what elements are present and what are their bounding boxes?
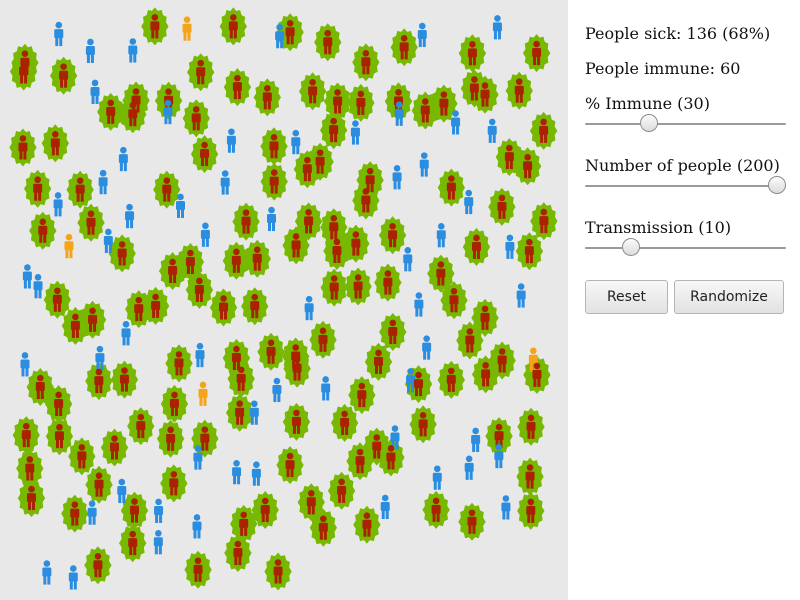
immune-person	[98, 169, 108, 195]
immune-person	[494, 443, 504, 469]
immune-person	[153, 530, 163, 555]
immune-person	[291, 129, 301, 155]
transmission-slider[interactable]	[585, 238, 786, 258]
immune-person	[403, 247, 413, 272]
immune-person	[200, 222, 210, 247]
immune-slider-track	[585, 123, 786, 125]
immune-person	[20, 352, 30, 377]
immune-person	[464, 455, 474, 480]
immune-person	[464, 189, 474, 215]
immune-slider-label: % Immune (30)	[585, 94, 710, 113]
immune-person	[195, 342, 205, 368]
immune-person	[505, 234, 515, 259]
immune-person	[419, 152, 429, 177]
immune-person	[68, 565, 78, 590]
immune-person	[192, 514, 202, 539]
transmission-slider-track	[585, 247, 786, 249]
immune-person	[125, 203, 135, 229]
simulation-canvas	[0, 0, 568, 600]
randomize-button[interactable]: Randomize	[674, 280, 784, 314]
immune-person	[163, 99, 173, 125]
people-sick-stat: People sick: 136 (68%)	[585, 24, 771, 43]
immune-person	[304, 295, 314, 321]
immune-person	[487, 118, 497, 143]
immune-person	[54, 21, 64, 47]
people-immune-stat: People immune: 60	[585, 59, 741, 78]
immune-person	[128, 38, 138, 63]
immune-person	[226, 128, 236, 153]
immune-person	[380, 494, 390, 520]
immune-person	[272, 377, 282, 403]
immune-person	[267, 206, 277, 232]
reset-button[interactable]: Reset	[585, 280, 668, 314]
immune-person	[42, 560, 52, 585]
healthy-person	[198, 381, 208, 406]
immune-person	[220, 170, 230, 195]
healthy-person	[64, 233, 74, 259]
immune-person	[414, 292, 424, 317]
immune-person	[394, 101, 404, 126]
transmission-slider-label: Transmission (10)	[585, 218, 732, 237]
immune-person	[103, 228, 113, 253]
immune-person	[275, 23, 285, 49]
immune-person	[33, 273, 43, 299]
immune-person	[501, 495, 511, 520]
immune-person	[451, 110, 461, 135]
people-slider-track	[585, 185, 786, 187]
transmission-slider-thumb[interactable]	[621, 238, 640, 256]
people-slider-label: Number of people (200)	[585, 156, 780, 175]
immune-person	[193, 445, 203, 470]
immune-person	[117, 478, 127, 504]
immune-person	[232, 459, 242, 485]
immune-person	[154, 498, 164, 523]
immune-slider[interactable]	[585, 114, 786, 134]
immune-person	[350, 120, 360, 145]
immune-person	[417, 22, 427, 48]
immune-person	[22, 264, 32, 289]
immune-person	[53, 192, 63, 217]
immune-person	[321, 376, 331, 401]
immune-person	[121, 321, 131, 346]
people-slider-thumb[interactable]	[768, 176, 786, 194]
immune-person	[87, 500, 97, 525]
immune-person	[432, 465, 442, 490]
immune-slider-thumb[interactable]	[639, 114, 658, 132]
immune-person	[492, 15, 502, 40]
immune-person	[176, 193, 186, 218]
immune-person	[436, 222, 446, 248]
immune-person	[392, 165, 402, 190]
immune-person	[85, 38, 95, 63]
people-slider[interactable]	[585, 176, 786, 196]
population-view	[9, 7, 558, 591]
immune-person	[118, 146, 128, 172]
immune-person	[249, 400, 259, 425]
immune-person	[516, 283, 526, 308]
immune-person	[251, 461, 261, 486]
healthy-person	[182, 16, 192, 41]
immune-person	[422, 335, 432, 360]
immune-person	[471, 427, 481, 452]
immune-person	[90, 79, 100, 104]
